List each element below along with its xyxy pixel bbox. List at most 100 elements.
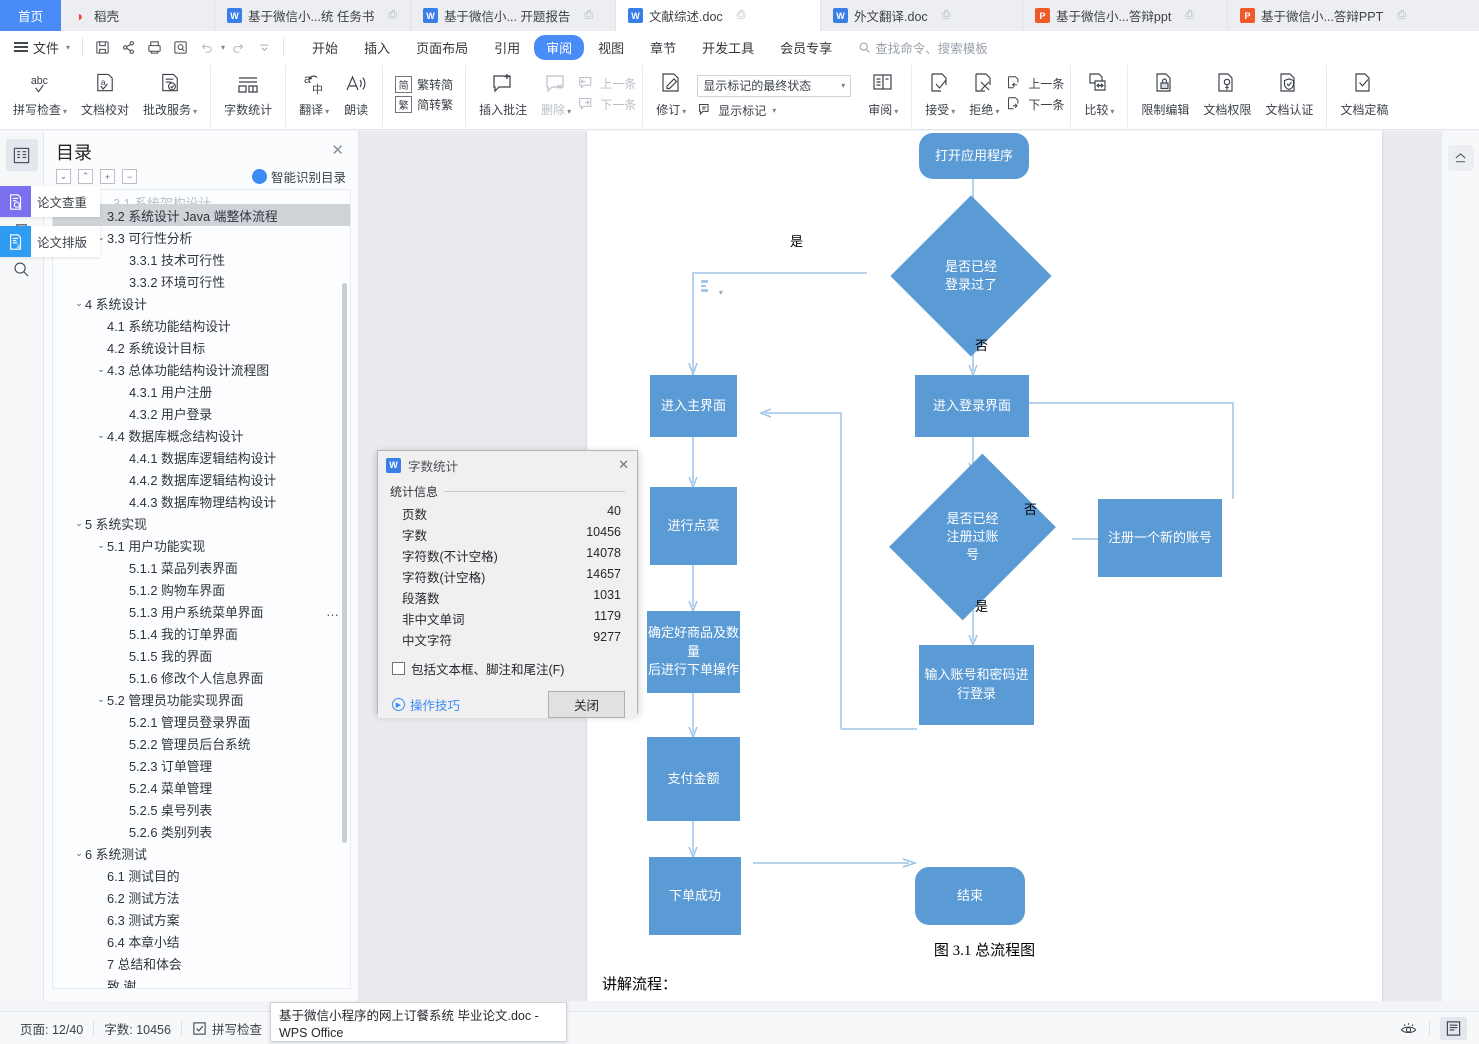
status-page[interactable]: 页面: 12/40 [10, 1019, 93, 1038]
edit-service-button[interactable]: 批改服务 ▾ [136, 65, 204, 123]
flow-node-pay[interactable]: 支付金额 [647, 737, 740, 821]
page-view-button[interactable] [1430, 1016, 1469, 1040]
toc-item[interactable]: 5.2.4 菜单管理 [53, 776, 350, 798]
toc-item[interactable]: 5.1.4 我的订单界面 [53, 622, 350, 644]
toc-item[interactable]: 5.2.1 管理员登录界面 [53, 710, 350, 732]
accept-button[interactable]: 接受 ▾ [918, 65, 962, 123]
insert-comment-button[interactable]: 插入批注 [472, 65, 534, 123]
compare-button[interactable]: 比较 ▾ [1077, 65, 1121, 123]
close-icon[interactable]: ✕ [618, 457, 629, 473]
ribbon-tab-insert[interactable]: 插入 [352, 35, 402, 60]
spell-check-button[interactable]: abc 拼写检查 ▾ [6, 65, 74, 123]
toc-item[interactable]: ⌄ 6 系统测试 [53, 842, 350, 864]
simp-to-trad-button[interactable]: 繁 简转繁 [395, 95, 453, 113]
tab-doc-renwushu[interactable]: W 基于微信小...统 任务书 ⎙ [215, 0, 412, 31]
flow-node-order-success[interactable]: 下单成功 [649, 857, 741, 935]
toc-item[interactable]: 4.3.2 用户登录 [53, 402, 350, 424]
tab-cast-icon[interactable]: ⎙ [737, 9, 746, 22]
chevron-down-icon[interactable]: ⌄ [73, 518, 85, 529]
toc-item[interactable]: ⌄ 4.3 总体功能结构设计流程图 [53, 358, 350, 380]
doc-certify-button[interactable]: 文档认证 [1258, 65, 1320, 123]
toc-collapse-down-button[interactable]: ⌄ [56, 169, 71, 184]
toc-item[interactable]: 5.2.2 管理员后台系统 [53, 732, 350, 754]
tab-ppt-dabianPPT[interactable]: P 基于微信小...答辩PPT ⎙ [1228, 0, 1479, 31]
tab-home[interactable]: 首页 [0, 0, 62, 31]
document-page[interactable]: ▾ 打开应用程序 是否已经 登录过了 进入主界面 进入登录界面 进行点菜 是否已… [587, 131, 1382, 1001]
tab-cast-icon[interactable]: ⎙ [584, 9, 593, 22]
ribbon-tab-review[interactable]: 审阅 [534, 34, 585, 60]
read-aloud-button[interactable]: 朗读 [336, 65, 376, 123]
toc-item[interactable]: 4.4.1 数据库逻辑结构设计 [53, 446, 350, 468]
toc-list[interactable]: 3.1 系统架构设计 3.2 系统设计 Java 端整体流程 ⌄ 3.3 可行性分析… [52, 189, 351, 989]
doc-proofread-button[interactable]: a 文档校对 [74, 65, 136, 123]
toc-item[interactable]: 4.1 系统功能结构设计 [53, 314, 350, 336]
ribbon-tab-start[interactable]: 开始 [300, 35, 350, 60]
ribbon-tab-view[interactable]: 视图 [586, 35, 636, 60]
tab-doc-wenxianzongshu[interactable]: W 文献综述.doc ⎙ [616, 0, 822, 31]
prev-change-button[interactable]: 上一条 [1006, 75, 1064, 92]
toc-item[interactable]: 5.1.5 我的界面 [53, 644, 350, 666]
file-menu-button[interactable]: 文件 ▾ [8, 38, 76, 57]
toc-item[interactable]: 4.3.1 用户注册 [53, 380, 350, 402]
include-textbox-checkbox[interactable]: 包括文本框、脚注和尾注(F) [390, 659, 625, 678]
outline-panel-button[interactable] [5, 139, 38, 171]
delete-comment-button[interactable]: 删除 ▾ [534, 65, 578, 123]
flow-node-enter-credentials[interactable]: 输入账号和密码进 行登录 [919, 645, 1034, 725]
print-preview-icon[interactable] [167, 35, 193, 59]
tab-cast-icon[interactable]: ⎙ [388, 9, 397, 22]
flow-node-registered[interactable]: 是否已经 注册过账 号 [889, 453, 1056, 621]
share-icon[interactable] [115, 35, 141, 59]
operation-tips-link[interactable]: ▶ 操作技巧 [392, 695, 460, 714]
toc-item[interactable]: 5.1.2 购物车界面 [53, 578, 350, 600]
toc-item[interactable]: ⌄ 5.1 用户功能实现 [53, 534, 350, 556]
toc-item[interactable]: ⌄ 5.2 管理员功能实现界面 [53, 688, 350, 710]
tab-cast-icon[interactable]: ⎙ [1185, 9, 1194, 22]
toc-item[interactable]: ⌄ 4.4 数据库概念结构设计 [53, 424, 350, 446]
toc-item[interactable]: ⌄ 4 系统设计 [53, 292, 350, 314]
tab-cast-icon[interactable]: ⎙ [942, 9, 951, 22]
toc-item[interactable]: 6.4 本章小结 [53, 930, 350, 952]
reject-button[interactable]: 拒绝 ▾ [962, 65, 1006, 123]
redo-icon[interactable] [225, 35, 251, 59]
tab-doc-waiwenfanyi[interactable]: W 外文翻译.doc ⎙ [821, 0, 1024, 31]
ribbon-tab-references[interactable]: 引用 [482, 35, 532, 60]
word-count-dialog[interactable]: W 字数统计 ✕ 统计信息 页数 40 字数 10456 字符数(不计空格) 14078 字… [377, 450, 638, 718]
tab-ppt-dabianppt[interactable]: P 基于微信小...答辩ppt ⎙ [1023, 0, 1229, 31]
tab-doc-kaitibaogao[interactable]: W 基于微信小... 开题报告 ⎙ [411, 0, 617, 31]
chevron-down-icon[interactable]: ⌄ [73, 298, 85, 309]
save-icon[interactable] [89, 35, 115, 59]
status-spell-check[interactable]: 拼写检查 [182, 1019, 272, 1038]
toc-item[interactable]: 4.2 系统设计目标 [53, 336, 350, 358]
ribbon-tab-dev-tools[interactable]: 开发工具 [690, 35, 766, 60]
print-icon[interactable] [141, 35, 167, 59]
review-pane-button[interactable]: 审阅 ▾ [861, 65, 905, 123]
flow-node-start[interactable]: 打开应用程序 [919, 133, 1029, 179]
toc-item[interactable]: 5.1.1 菜品列表界面 [53, 556, 350, 578]
toc-scrollbar-thumb[interactable] [342, 283, 347, 843]
status-words[interactable]: 字数: 10456 [94, 1019, 181, 1038]
translate-button[interactable]: a中 翻译 ▾ [292, 65, 336, 123]
doc-permission-button[interactable]: 文档权限 [1196, 65, 1258, 123]
flow-node-confirm-order[interactable]: 确定好商品及数量 后进行下单操作 [647, 611, 740, 693]
undo-icon[interactable] [193, 35, 219, 59]
toc-item[interactable]: 致 谢 [53, 974, 350, 989]
flow-node-order-food[interactable]: 进行点菜 [650, 487, 737, 565]
toc-smart-recognize-button[interactable]: 智能识别目录 [251, 167, 346, 186]
toc-item[interactable]: 5.2.3 订单管理 [53, 754, 350, 776]
chevron-down-icon[interactable]: ⌄ [95, 694, 107, 705]
toc-item[interactable]: 5.2.5 桌号列表 [53, 798, 350, 820]
paper-format-tool[interactable]: A 论文排版 [0, 226, 100, 257]
flow-node-main-ui[interactable]: 进入主界面 [650, 375, 737, 437]
revise-button[interactable]: 修订 ▾ [649, 65, 693, 123]
prev-comment-button[interactable]: 上一条 [578, 75, 636, 92]
ribbon-tab-page-layout[interactable]: 页面布局 [404, 35, 480, 60]
command-search[interactable]: 查找命令、搜索模板 [858, 38, 988, 57]
toc-item[interactable]: 3.3.2 环境可行性 [53, 270, 350, 292]
eye-protect-button[interactable] [1389, 1020, 1429, 1036]
restrict-edit-button[interactable]: 限制编辑 [1134, 65, 1196, 123]
flow-node-end[interactable]: 结束 [915, 867, 1025, 925]
toc-item[interactable]: 5.1.6 修改个人信息界面 [53, 666, 350, 688]
next-comment-button[interactable]: 下一条 [578, 96, 636, 113]
flow-node-logged-in[interactable]: 是否已经 登录过了 [890, 195, 1052, 357]
chevron-down-icon[interactable]: ⌄ [95, 430, 107, 441]
